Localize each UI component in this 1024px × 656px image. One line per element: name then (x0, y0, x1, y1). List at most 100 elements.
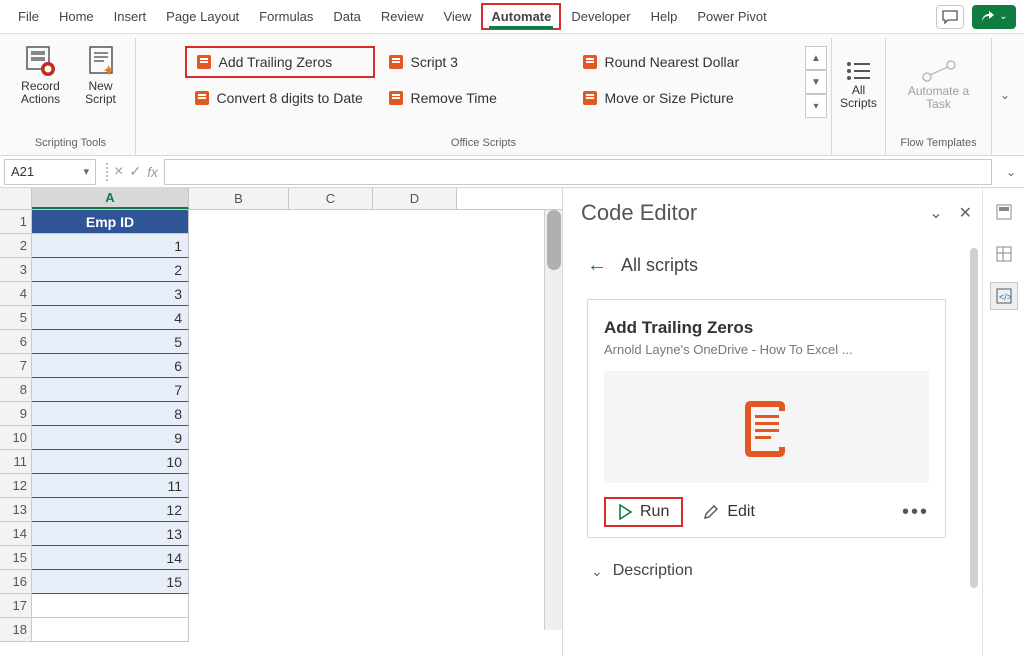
cell-A2[interactable]: 1 (32, 234, 189, 258)
enter-icon[interactable]: ✓ (129, 163, 141, 180)
script-large-icon (739, 395, 795, 459)
all-scripts-back[interactable]: ← All scripts (587, 254, 972, 277)
comments-button[interactable] (936, 5, 964, 29)
cell-A16[interactable]: 15 (32, 570, 189, 594)
vertical-scrollbar[interactable] (544, 210, 562, 630)
cell-A10[interactable]: 9 (32, 426, 189, 450)
card-subtitle: Arnold Layne's OneDrive - How To Excel .… (604, 342, 929, 357)
script-move-size[interactable]: Move or Size Picture (573, 82, 783, 114)
close-pane-icon[interactable]: ✕ (959, 203, 972, 223)
automate-task-button[interactable]: Automate a Task (894, 40, 983, 130)
tab-automate[interactable]: Automate (481, 3, 561, 30)
chevron-down-icon: ▾ (83, 165, 89, 178)
row-header[interactable]: 18 (0, 618, 32, 642)
cell-A6[interactable]: 5 (32, 330, 189, 354)
cancel-icon[interactable]: × (114, 163, 123, 181)
col-header-B[interactable]: B (189, 188, 289, 209)
cell-A15[interactable]: 14 (32, 546, 189, 570)
pane-scrollbar[interactable] (970, 248, 978, 588)
cell-A4[interactable]: 3 (32, 282, 189, 306)
rail-cell-edit-icon[interactable] (990, 198, 1018, 226)
row-header[interactable]: 15 (0, 546, 32, 570)
row-header[interactable]: 6 (0, 330, 32, 354)
script-gallery-scroll: ▲ ▼ ▾ (805, 46, 827, 118)
col-header-A[interactable]: A (32, 188, 189, 209)
cell-A17[interactable] (32, 594, 189, 618)
tab-developer[interactable]: Developer (561, 3, 640, 30)
group-scripting-tools: Record Actions ✦ New Script Scripting To… (6, 38, 136, 155)
row-header[interactable]: 14 (0, 522, 32, 546)
name-box[interactable]: A21 ▾ (4, 159, 96, 185)
card-title: Add Trailing Zeros (604, 318, 929, 338)
scroll-down[interactable]: ▼ (805, 70, 827, 94)
row-header[interactable]: 16 (0, 570, 32, 594)
row-header[interactable]: 7 (0, 354, 32, 378)
tab-review[interactable]: Review (371, 3, 434, 30)
all-scripts-button[interactable]: All Scripts (840, 40, 877, 130)
col-header-D[interactable]: D (373, 188, 457, 209)
expand-formula-bar[interactable]: ⌄ (998, 165, 1024, 179)
cell-A18[interactable] (32, 618, 189, 642)
run-button[interactable]: Run (604, 497, 683, 527)
cell-A11[interactable]: 10 (32, 450, 189, 474)
cell-A5[interactable]: 4 (32, 306, 189, 330)
record-actions-button[interactable]: Record Actions (13, 40, 69, 106)
cell-A8[interactable]: 7 (32, 378, 189, 402)
tab-pagelayout[interactable]: Page Layout (156, 3, 249, 30)
group-flow-templates: Automate a Task Flow Templates (886, 38, 992, 155)
row-header[interactable]: 8 (0, 378, 32, 402)
script-script3[interactable]: Script 3 (379, 46, 569, 78)
run-label: Run (640, 503, 669, 521)
script-convert8[interactable]: Convert 8 digits to Date (185, 82, 375, 114)
cell-A9[interactable]: 8 (32, 402, 189, 426)
scroll-open[interactable]: ▾ (805, 94, 827, 118)
row-header[interactable]: 17 (0, 594, 32, 618)
scrollbar-thumb[interactable] (547, 210, 561, 270)
description-section[interactable]: ⌄ Description (591, 562, 972, 580)
row-header[interactable]: 9 (0, 402, 32, 426)
svg-text:</>: </> (999, 292, 1012, 302)
rail-sheet-view-icon[interactable] (990, 240, 1018, 268)
minimize-pane-icon[interactable]: ⌄ (929, 203, 942, 223)
cell-A12[interactable]: 11 (32, 474, 189, 498)
select-all-corner[interactable] (0, 188, 32, 209)
row-header[interactable]: 11 (0, 450, 32, 474)
cell-A14[interactable]: 13 (32, 522, 189, 546)
tab-data[interactable]: Data (323, 3, 370, 30)
row-header[interactable]: 13 (0, 498, 32, 522)
more-options[interactable]: ••• (902, 501, 929, 524)
row-header[interactable]: 4 (0, 282, 32, 306)
cell-A1[interactable]: Emp ID (32, 210, 189, 234)
tab-help[interactable]: Help (641, 3, 688, 30)
tab-powerpivot[interactable]: Power Pivot (687, 3, 776, 30)
tab-insert[interactable]: Insert (104, 3, 157, 30)
share-button[interactable]: ⌄ (972, 5, 1016, 29)
rail-code-editor-icon[interactable]: </> (990, 282, 1018, 310)
play-icon (618, 504, 632, 520)
svg-text:✦: ✦ (102, 63, 115, 78)
fx-icon[interactable]: fx (147, 164, 158, 180)
row-header[interactable]: 12 (0, 474, 32, 498)
collapse-ribbon[interactable]: ⌄ (992, 38, 1018, 155)
formula-input[interactable] (164, 159, 992, 185)
cell-A7[interactable]: 6 (32, 354, 189, 378)
script-add-trailing-zeros[interactable]: Add Trailing Zeros (185, 46, 375, 78)
tab-view[interactable]: View (433, 3, 481, 30)
tab-file[interactable]: File (8, 3, 49, 30)
row-header[interactable]: 2 (0, 234, 32, 258)
edit-button[interactable]: Edit (703, 503, 755, 521)
scroll-up[interactable]: ▲ (805, 46, 827, 70)
col-header-C[interactable]: C (289, 188, 373, 209)
cell-A3[interactable]: 2 (32, 258, 189, 282)
row-header[interactable]: 10 (0, 426, 32, 450)
tab-home[interactable]: Home (49, 3, 104, 30)
row-header[interactable]: 5 (0, 306, 32, 330)
row-header[interactable]: 3 (0, 258, 32, 282)
comment-icon (942, 10, 958, 24)
cell-A13[interactable]: 12 (32, 498, 189, 522)
new-script-button[interactable]: ✦ New Script (73, 40, 129, 106)
script-round-nearest[interactable]: Round Nearest Dollar (573, 46, 783, 78)
script-remove-time[interactable]: Remove Time (379, 82, 569, 114)
tab-formulas[interactable]: Formulas (249, 3, 323, 30)
row-header[interactable]: 1 (0, 210, 32, 234)
